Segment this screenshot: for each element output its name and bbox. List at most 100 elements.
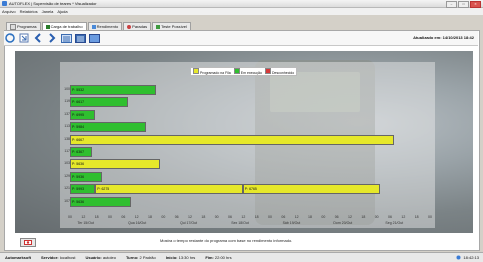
x-tick-label: 00 [214, 215, 219, 219]
status-end: Fim: 22:00 hrs [205, 255, 232, 260]
x-tick-label: 00 [374, 215, 379, 219]
grid-view-icon [74, 33, 86, 43]
network-icon [456, 255, 461, 260]
menu-relatorios[interactable]: Relatórios [18, 9, 40, 14]
previous-button[interactable] [32, 33, 44, 44]
x-tick-label: 12 [401, 215, 406, 219]
day-label: Sáb 19/Out [282, 221, 301, 225]
machine-label: 100 [64, 87, 70, 91]
detail-view-icon [88, 33, 100, 43]
tab-programas[interactable]: Programas [6, 22, 41, 30]
view-detail-button[interactable] [88, 33, 100, 44]
menu-ajuda[interactable]: Ajuda [55, 9, 69, 14]
status-clock: 18:42:13 [463, 255, 479, 260]
machine-label: 117 [64, 149, 70, 153]
day-label: Dom 20/Out [333, 221, 353, 225]
x-tick-label: 12 [81, 215, 86, 219]
app-icon [2, 1, 7, 6]
menu-arquivo[interactable]: Arquivo [0, 9, 18, 14]
legend-item: Programado na Fila [193, 68, 231, 75]
time-axis: 00 12 18 00 06 12 18 00 06 12 18 00 06 12 18 00 06 12 18 00… [68, 215, 432, 230]
status-app: Automarksoft [5, 255, 32, 260]
refresh-button[interactable] [4, 33, 16, 44]
machine-label: 113 [64, 124, 70, 129]
tab-rendimento[interactable]: Rendimento [87, 22, 123, 30]
x-tick-label: 12 [241, 215, 246, 219]
minimize-button[interactable]: – [446, 1, 457, 8]
view-grid-button[interactable] [74, 33, 86, 44]
stop-icon [127, 24, 132, 29]
day-label: Seg 21/Out [385, 221, 404, 225]
legend-swatch [264, 68, 271, 74]
tab-paradas[interactable]: Paradas [123, 22, 152, 30]
legend-swatch [233, 68, 240, 74]
bar-label: P: 6367 [72, 150, 85, 154]
legend-swatch [193, 68, 199, 74]
reset-icon [24, 240, 32, 245]
bar-chart-icon [156, 24, 161, 29]
close-button[interactable]: ✕ [470, 1, 481, 8]
gauge-icon [91, 24, 96, 29]
refresh-icon [5, 33, 15, 43]
maximize-button[interactable]: □ [458, 1, 469, 8]
menu-bar: Arquivo Relatórios Janela Ajuda [0, 8, 483, 15]
next-button[interactable] [46, 33, 58, 44]
x-tick-label: 00 [268, 215, 272, 219]
reset-button[interactable] [20, 238, 36, 247]
machine-label: 121 [64, 186, 70, 191]
bar-label: P: 6667 [72, 137, 85, 142]
status-start: Início: 13:30 hrs [165, 255, 196, 260]
gantt-bar[interactable] [242, 184, 380, 195]
toolbar [4, 31, 478, 46]
x-tick-label: 18 [94, 215, 99, 219]
bar-label: P: 6275 [97, 187, 110, 192]
x-tick-label: 18 [361, 215, 366, 219]
machine-label: 107 [64, 198, 70, 203]
legend-item: Em execução [233, 68, 262, 75]
x-tick-label: 18 [148, 215, 152, 219]
bar-label: P: 5532 [72, 88, 85, 92]
x-tick-label: 00 [321, 215, 326, 219]
bar-label: P: 5984 [72, 125, 85, 130]
status-server: Servidor: localhost [41, 255, 76, 260]
day-label: Ter 15/Out [77, 221, 94, 225]
x-tick-label: 00 [68, 215, 72, 219]
bar-label: P: 6765 [244, 187, 257, 192]
day-label: Qua 16/Out [128, 221, 147, 225]
zoom-button[interactable] [18, 33, 30, 44]
x-tick-label: 12 [348, 215, 352, 219]
bar-label: P: 5936 [72, 174, 85, 179]
x-tick-label: 00 [161, 215, 166, 219]
last-updated: Atualizado em: 14/10/2013 18:42 [413, 35, 474, 40]
day-label: Sex 18/Out [231, 221, 249, 225]
gantt-bar[interactable] [95, 184, 243, 195]
gantt-bar[interactable] [70, 134, 394, 145]
machine-label: 137 [64, 111, 70, 116]
x-tick-label: 06 [228, 215, 232, 219]
status-user: Usuário: autoleo [85, 255, 116, 260]
title-bar: AUTOFLEX | Supervisão de teares * Visual… [0, 0, 483, 8]
tab-bar: Programas Carga de trabalho Rendimento P… [6, 22, 191, 30]
status-clock-area: 18:42:13 [456, 255, 479, 260]
x-tick-label: 06 [121, 215, 126, 219]
bar-label: P: 5636 [72, 199, 85, 204]
bar-label: P: 5636 [72, 162, 85, 167]
x-tick-label: 12 [294, 215, 299, 219]
machine-label: 129 [64, 173, 70, 178]
bar-label: P: 6617 [72, 100, 85, 105]
x-tick-label: 00 [428, 215, 432, 219]
window-title: AUTOFLEX | Supervisão de teares * Visual… [9, 1, 97, 6]
list-view-icon [60, 33, 72, 43]
view-list-button[interactable] [60, 33, 72, 44]
chevron-left-icon [34, 33, 41, 43]
x-tick-label: 12 [188, 215, 192, 219]
menu-janela[interactable]: Janela [40, 9, 56, 14]
x-tick-label: 12 [134, 215, 139, 219]
tab-teste-possivel[interactable]: Teste Possível [152, 22, 191, 30]
bar-label: P: 5993 [72, 187, 85, 192]
x-tick-label: 00 [108, 215, 112, 219]
tab-carga-de-trabalho[interactable]: Carga de trabalho [41, 22, 87, 30]
chevron-right-icon [49, 33, 56, 43]
chart-legend: Programado na Fila Em execução Desconhec… [190, 67, 298, 76]
machine-label: 119 [64, 99, 70, 104]
